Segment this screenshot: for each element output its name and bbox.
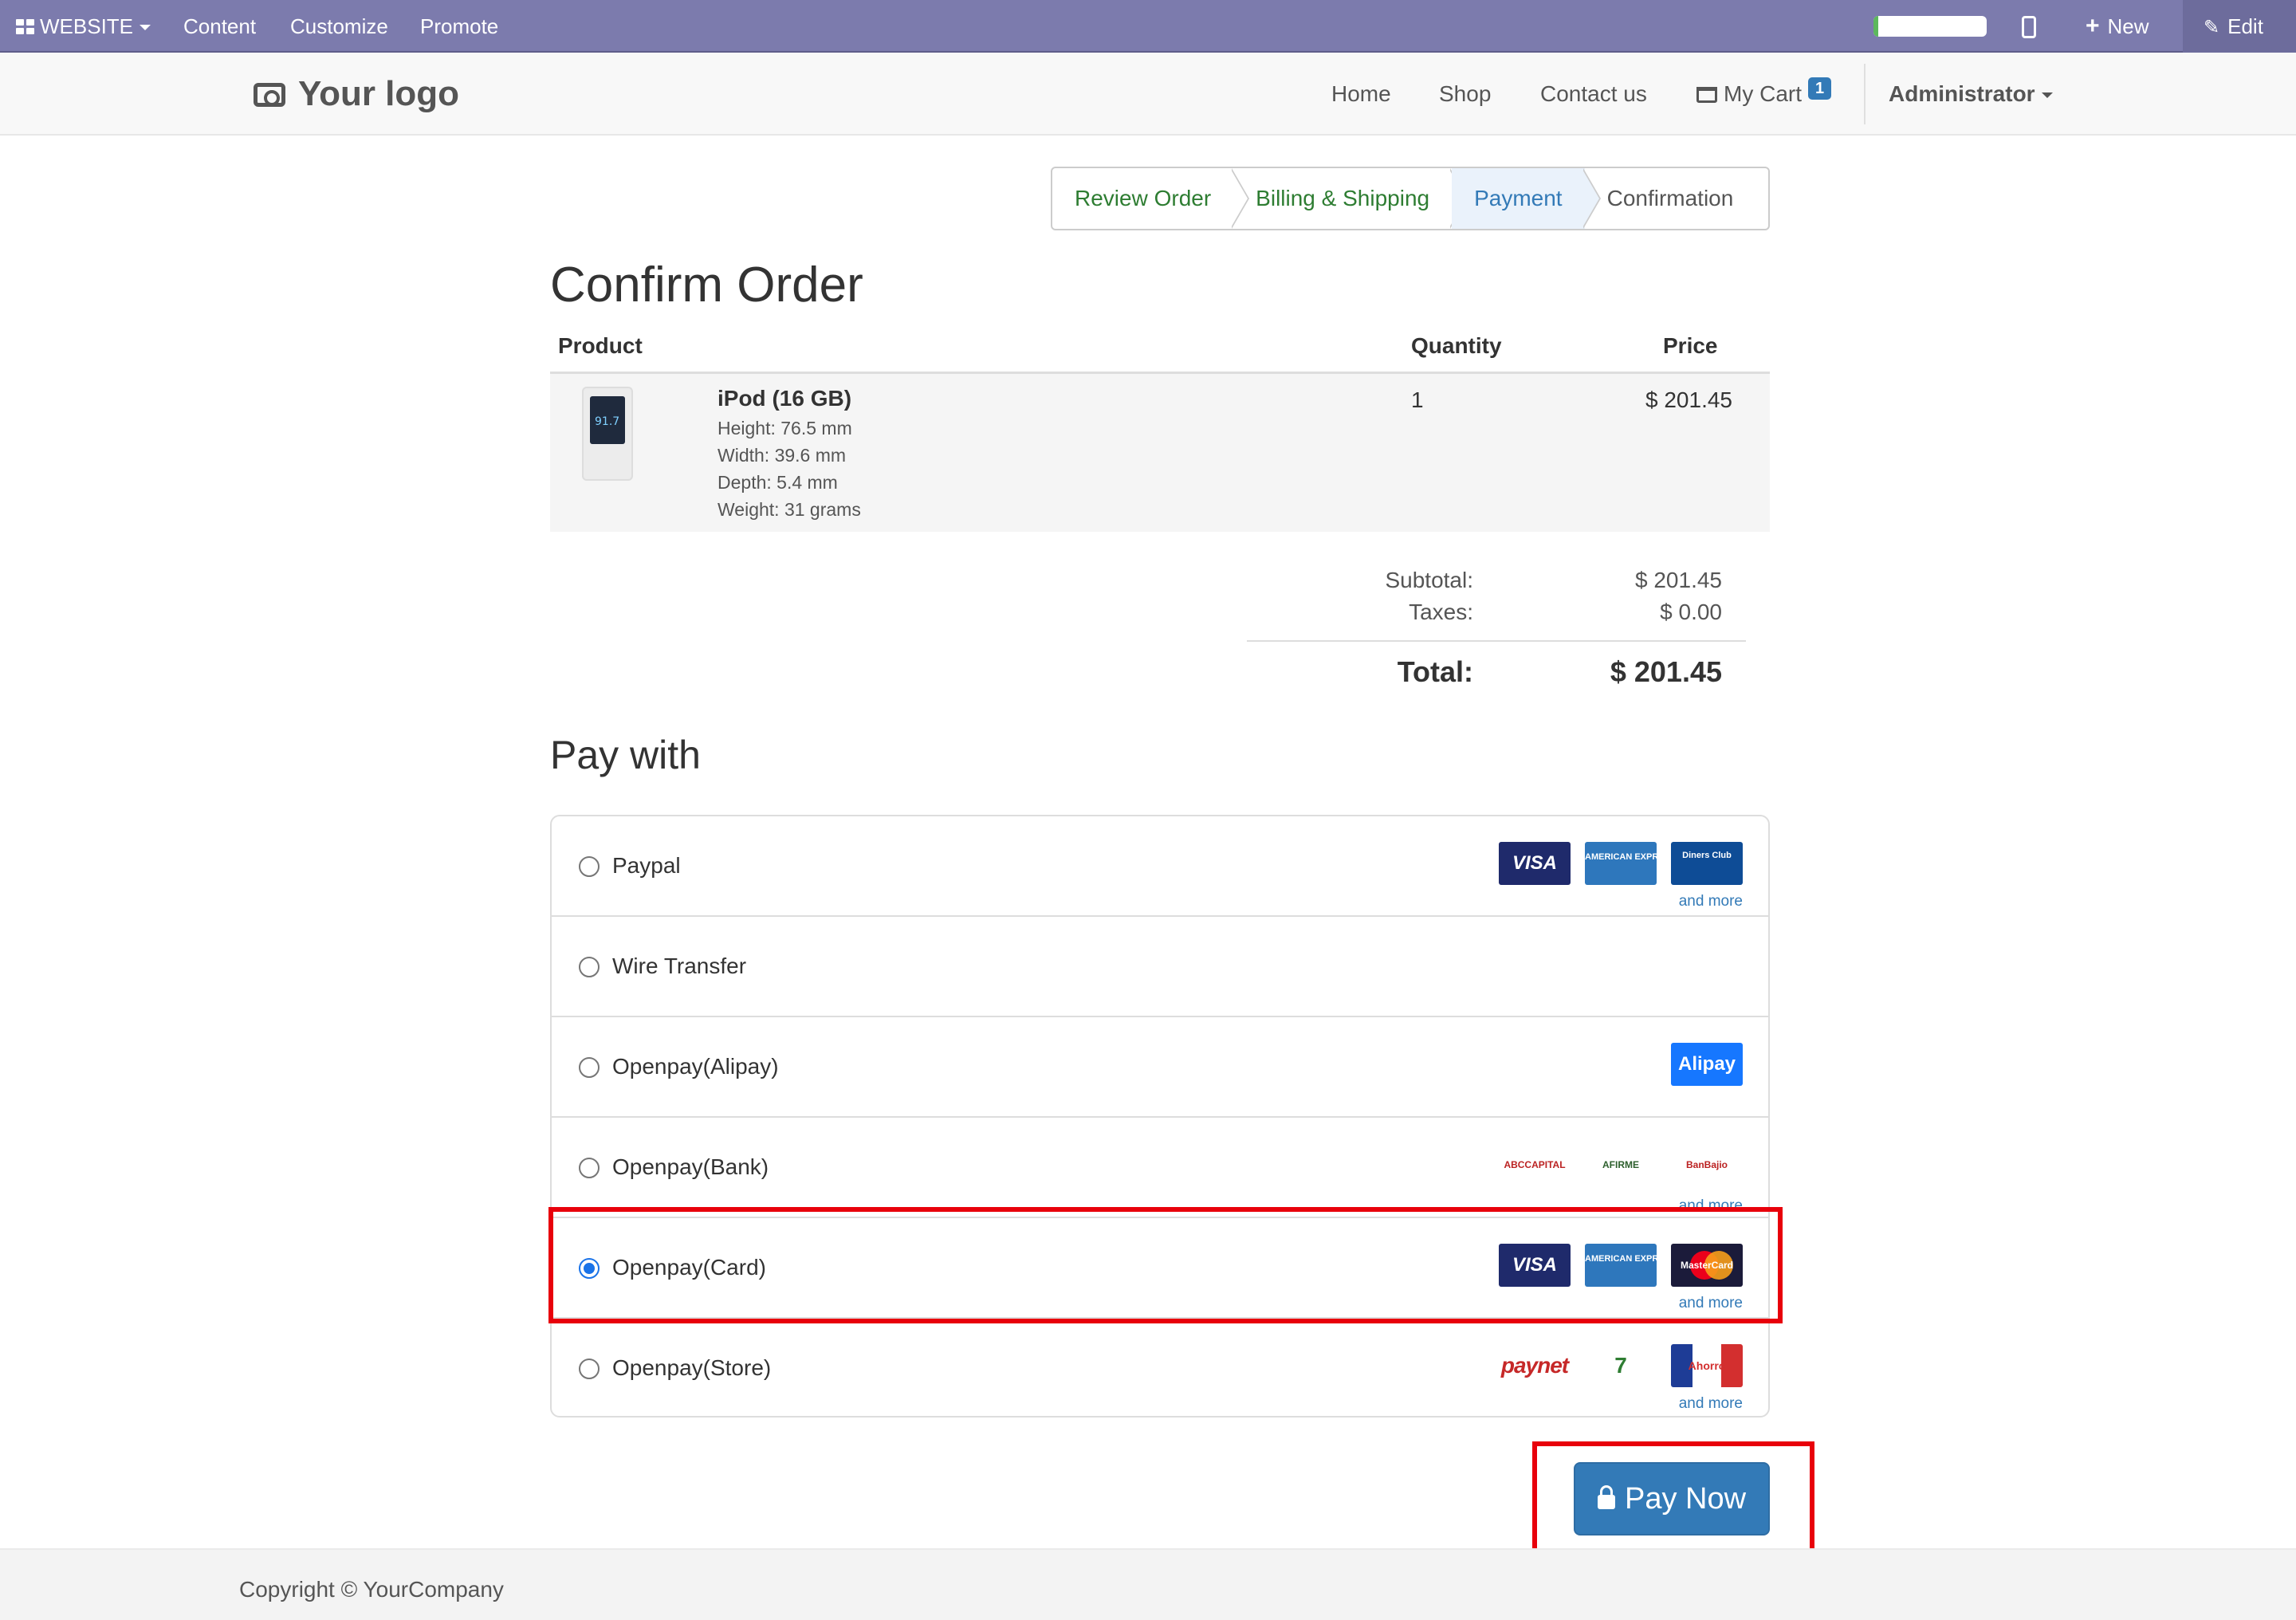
edit-button-label: Edit (2227, 14, 2263, 38)
product-price: $ 201.45 (1645, 387, 1732, 412)
payment-radio[interactable] (579, 1359, 600, 1379)
taxes-value: $ 0.00 (1660, 600, 1722, 624)
user-menu-label: Administrator (1889, 81, 2035, 106)
highlight-box-pay-now (1532, 1441, 1814, 1566)
payment-radio[interactable] (579, 957, 600, 977)
logo-text: Your logo (298, 74, 460, 113)
and-more-link[interactable]: and more (1679, 893, 1743, 910)
new-button[interactable]: + New (2086, 0, 2149, 53)
payment-option-wire-transfer[interactable]: Wire Transfer (552, 917, 1768, 1017)
total-label: Total: (1397, 655, 1473, 688)
afirme-logo: AFIRME (1585, 1143, 1657, 1186)
nav-shop[interactable]: Shop (1439, 53, 1491, 136)
and-more-link[interactable]: and more (1679, 1395, 1743, 1413)
farmacias-del-ahorro-logo: Ahorro (1671, 1344, 1743, 1387)
payment-option-paypal[interactable]: Paypal VISA AMERICAN EXPRESS Diners Club… (552, 816, 1768, 917)
highlight-box-selected-method (548, 1207, 1783, 1323)
nav-divider (1864, 64, 1866, 124)
product-name[interactable]: iPod (16 GB) (718, 386, 851, 411)
payment-option-openpay-alipay[interactable]: Openpay(Alipay) Alipay (552, 1017, 1768, 1118)
taxes-label: Taxes: (1409, 600, 1473, 624)
checkout-steps: Review Order Billing & Shipping Payment … (1051, 167, 1770, 230)
payment-option-openpay-store[interactable]: Openpay(Store) paynet 7 Ahorro and more (552, 1319, 1768, 1419)
column-header-quantity: Quantity (1411, 333, 1502, 358)
progress-indicator (1873, 16, 1987, 37)
new-button-label: New (2107, 14, 2149, 38)
product-quantity: 1 (1411, 387, 1424, 412)
payment-option-label: Openpay(Alipay) (612, 1054, 779, 1079)
promote-menu[interactable]: Promote (420, 0, 498, 53)
total-value: $ 201.45 (1610, 655, 1722, 688)
nav-home[interactable]: Home (1331, 53, 1391, 136)
payment-logos: ABCCAPITAL AFIRME BanBajio (1499, 1143, 1743, 1188)
payment-option-label: Paypal (612, 853, 681, 878)
page-title: Confirm Order (550, 258, 863, 313)
apps-grid-icon (16, 19, 35, 35)
step-review-order[interactable]: Review Order (1052, 168, 1233, 229)
payment-radio[interactable] (579, 856, 600, 877)
product-attribute: Width: 39.6 mm (718, 445, 847, 466)
payment-logos: Alipay (1671, 1043, 1743, 1087)
visa-logo: VISA (1499, 842, 1571, 885)
user-menu[interactable]: Administrator (1889, 53, 2053, 136)
plus-icon: + (2086, 13, 2100, 39)
subtotal-value: $ 201.45 (1635, 568, 1722, 592)
payment-option-label: Wire Transfer (612, 954, 747, 978)
copyright-text: Copyright © YourCompany (239, 1577, 504, 1602)
nav-my-cart[interactable]: My Cart 1 (1696, 53, 1832, 136)
product-image-screen: 91.7 (590, 396, 625, 444)
customize-menu[interactable]: Customize (290, 0, 388, 53)
site-logo[interactable]: Your logo (254, 72, 459, 116)
footer: Copyright © YourCompany (0, 1548, 2296, 1620)
camera-icon (254, 83, 285, 107)
column-header-product: Product (558, 333, 643, 358)
website-menu[interactable]: WEBSITE (16, 0, 151, 53)
abc-capital-logo: ABCCAPITAL (1499, 1143, 1571, 1186)
content-menu[interactable]: Content (183, 0, 256, 53)
admin-bar: WEBSITE Content Customize Promote + New ✎… (0, 0, 2296, 53)
payment-radio[interactable] (579, 1158, 600, 1178)
payment-radio[interactable] (579, 1057, 600, 1078)
product-image: 91.7 (582, 387, 633, 481)
column-header-price: Price (1663, 333, 1718, 358)
seven-eleven-logo: 7 (1585, 1344, 1657, 1387)
payment-logos: VISA AMERICAN EXPRESS Diners Club (1499, 842, 1743, 887)
pay-with-heading: Pay with (550, 733, 701, 777)
alipay-logo: Alipay (1671, 1043, 1743, 1086)
site-header: Your logo Home Shop Contact us My Cart 1 … (0, 53, 2296, 136)
mobile-preview-button[interactable] (2022, 0, 2036, 53)
nav-my-cart-label: My Cart (1724, 81, 1802, 106)
amex-logo: AMERICAN EXPRESS (1585, 842, 1657, 885)
product-attribute: Weight: 31 grams (718, 499, 861, 520)
cart-icon (1696, 87, 1717, 103)
pencil-icon: ✎ (2204, 17, 2220, 38)
step-billing-shipping[interactable]: Billing & Shipping (1233, 168, 1452, 229)
step-payment: Payment (1452, 168, 1585, 229)
progress-fill (1873, 16, 1878, 37)
chevron-down-icon (140, 25, 151, 30)
payment-option-label: Openpay(Bank) (612, 1154, 769, 1179)
cart-count-badge: 1 (1808, 77, 1832, 100)
edit-button[interactable]: ✎ Edit (2204, 0, 2263, 53)
diners-club-logo: Diners Club (1671, 842, 1743, 885)
product-attribute: Height: 76.5 mm (718, 418, 852, 438)
payment-methods-list: Paypal VISA AMERICAN EXPRESS Diners Club… (550, 815, 1770, 1418)
product-image-text: 91.7 (595, 415, 620, 428)
step-confirmation: Confirmation (1606, 186, 1734, 210)
payment-logos: paynet 7 Ahorro (1499, 1344, 1743, 1389)
mobile-phone-icon (2022, 16, 2036, 38)
paynet-logo: paynet (1499, 1344, 1571, 1387)
payment-option-openpay-bank[interactable]: Openpay(Bank) ABCCAPITAL AFIRME BanBajio… (552, 1118, 1768, 1218)
website-menu-label: WEBSITE (40, 14, 134, 38)
summary-divider (1247, 640, 1746, 642)
nav-contact-us[interactable]: Contact us (1540, 53, 1647, 136)
chevron-down-icon (2041, 92, 2053, 98)
payment-option-label: Openpay(Store) (612, 1355, 772, 1380)
subtotal-label: Subtotal: (1385, 568, 1473, 592)
product-attribute: Depth: 5.4 mm (718, 472, 838, 493)
banbajio-logo: BanBajio (1671, 1143, 1743, 1186)
